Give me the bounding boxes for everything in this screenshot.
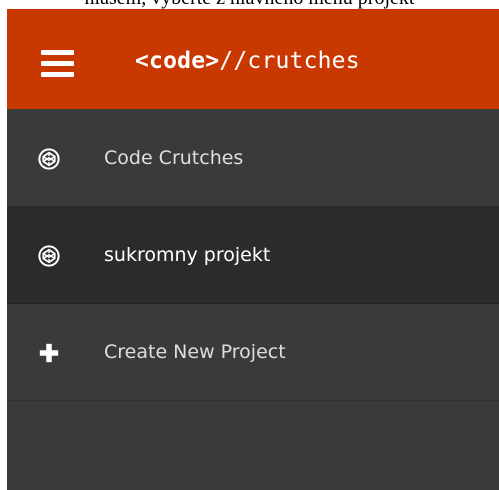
page-caption-text: hlasem, vyberte z hlavného menu projekt	[0, 0, 499, 9]
sidebar-item-label: sukromny projekt	[104, 244, 271, 266]
codepen-icon	[38, 245, 60, 267]
sidebar-item-create-new-project[interactable]: Create New Project	[7, 304, 499, 401]
hamburger-menu-icon[interactable]	[41, 50, 74, 77]
sidebar-item-label: Code Crutches	[104, 147, 244, 169]
plus-icon	[39, 343, 59, 363]
sidebar-item-sukromny-projekt[interactable]: sukromny projekt	[7, 207, 499, 304]
logo-crutches-text: //crutches	[219, 48, 360, 74]
sidebar-panel: <code>//crutches Code Crutches sukromny …	[7, 9, 499, 490]
sidebar-item-label: Create New Project	[104, 341, 286, 363]
sidebar-item-code-crutches[interactable]: Code Crutches	[7, 110, 499, 207]
codepen-icon	[38, 148, 60, 170]
logo-code-tag: <code>	[135, 48, 220, 74]
sidebar-empty-area	[7, 402, 499, 490]
app-header: <code>//crutches	[7, 9, 499, 109]
app-logo[interactable]: <code>//crutches	[135, 45, 360, 77]
